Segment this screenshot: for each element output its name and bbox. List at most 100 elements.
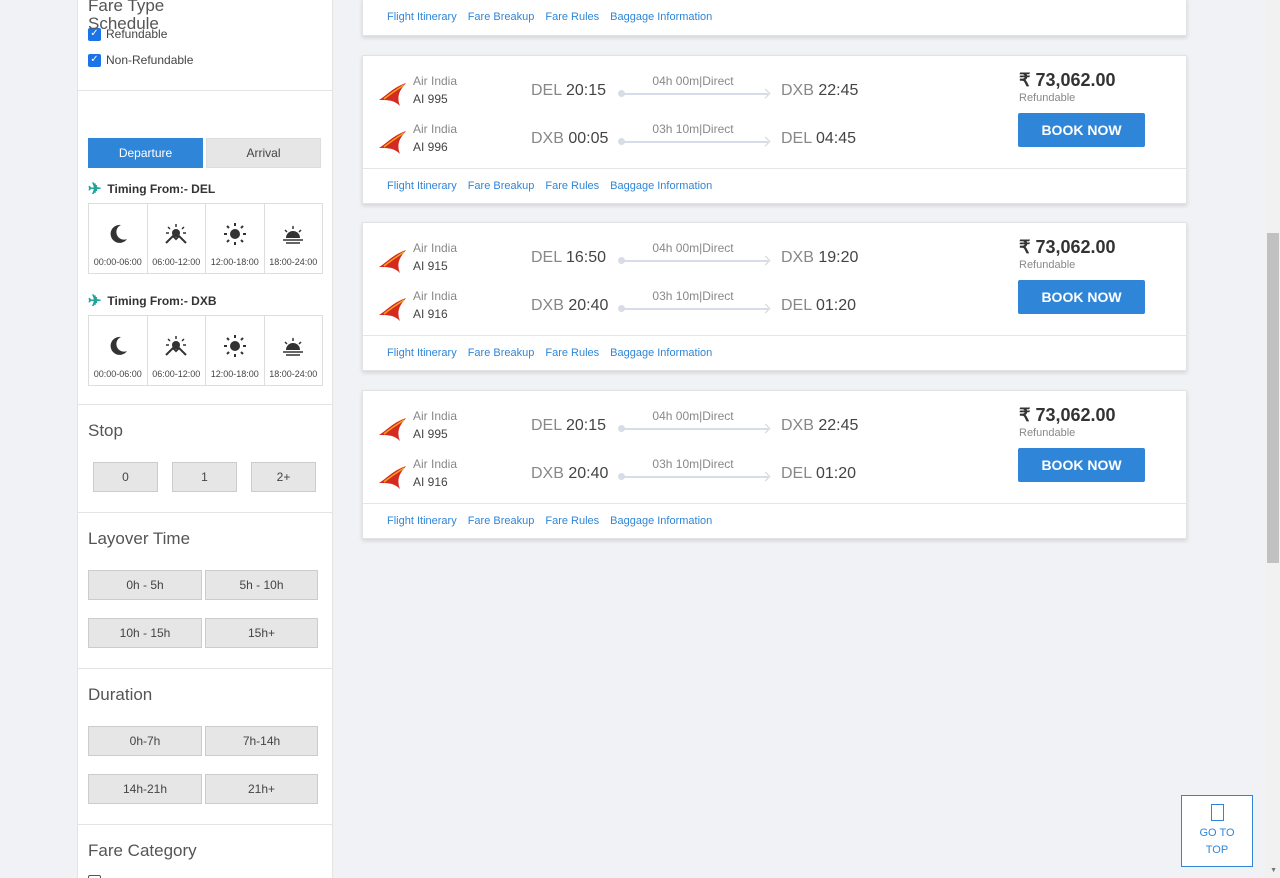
stop-2plus-button[interactable]: 2+ (251, 462, 316, 492)
scroll-down-arrow-icon[interactable]: ▼ (1270, 867, 1277, 874)
schedule-title: Schedule (88, 14, 159, 33)
duration-7-14-button[interactable]: 7h-14h (205, 726, 318, 756)
air-india-logo-icon (379, 466, 406, 489)
duration-14-21-button[interactable]: 14h-21h (88, 774, 202, 804)
card-links: Flight Itinerary Fare Breakup Fare Rules… (363, 504, 1186, 538)
card-links: Flight Itinerary Fare Breakup Fare Rules… (363, 169, 1186, 203)
airline-name: Air India (413, 457, 458, 471)
fare-breakup-link[interactable]: Fare Breakup (468, 515, 535, 527)
slot-label: 00:00-06:00 (93, 369, 142, 379)
book-now-button[interactable]: BOOK NOW (1018, 280, 1145, 314)
price: ₹ 73,062.00 (1019, 237, 1116, 257)
arrival: DEL 04:45 (781, 130, 856, 148)
arrival: DEL 01:20 (781, 465, 856, 483)
tab-arrival[interactable]: Arrival (206, 138, 321, 168)
arr-time: 22:45 (818, 417, 859, 434)
baggage-information-link[interactable]: Baggage Information (610, 515, 712, 527)
dep-time: 20:40 (568, 465, 609, 482)
return-leg: Air India AI 916 DXB 20:40 03h 10m|Direc… (363, 457, 983, 497)
fare-type-label: Refundable (1019, 92, 1076, 104)
layover-options: 0h - 5h 5h - 10h 10h - 15h 15h+ (88, 570, 318, 648)
dep-time: 20:15 (565, 417, 607, 434)
duration-text: 04h 00m|Direct (652, 241, 734, 255)
dep-time: 16:50 (565, 249, 607, 266)
route-line (618, 473, 768, 480)
arrival: DXB 22:45 (781, 417, 858, 435)
fare-type-label: Refundable (1019, 427, 1076, 439)
checkbox-checked-icon[interactable]: ✓ (88, 53, 101, 67)
arrival: DEL 01:20 (781, 297, 856, 315)
flight-itinerary-link[interactable]: Flight Itinerary (387, 347, 457, 359)
stop-1-button[interactable]: 1 (172, 462, 237, 492)
slot-night[interactable]: 00:00-06:00 (89, 316, 148, 385)
arrival: DXB 19:20 (781, 249, 858, 267)
baggage-information-link[interactable]: Baggage Information (610, 347, 712, 359)
schedule-tabs: Departure Arrival (88, 138, 321, 168)
from-code: DXB (531, 297, 564, 314)
slot-morning[interactable]: 06:00-12:00 (148, 316, 206, 385)
slot-afternoon[interactable]: 12:00-18:00 (206, 316, 265, 385)
outbound-leg: Air India AI 995 DEL 20:15 04h 00m|Direc… (363, 74, 983, 114)
layover-0-5-button[interactable]: 0h - 5h (88, 570, 202, 600)
fare-breakup-link[interactable]: Fare Breakup (468, 180, 535, 192)
slot-evening[interactable]: 18:00-24:00 (265, 316, 323, 385)
fare-breakup-link[interactable]: Fare Breakup (468, 11, 535, 23)
slot-label: 12:00-18:00 (210, 257, 259, 267)
scrollbar-thumb[interactable] (1267, 233, 1279, 563)
arrow-up-icon (1210, 804, 1224, 821)
departure: DXB 20:40 (531, 465, 608, 483)
airline-name: Air India (413, 122, 458, 136)
air-india-logo-icon (379, 298, 406, 321)
layover-10-15-button[interactable]: 10h - 15h (88, 618, 202, 648)
slot-label: 06:00-12:00 (152, 369, 201, 379)
dep-time: 20:40 (568, 297, 609, 314)
non-refundable-label: Non-Refundable (106, 53, 194, 67)
baggage-information-link[interactable]: Baggage Information (610, 180, 712, 192)
duration-21plus-button[interactable]: 21h+ (205, 774, 318, 804)
layover-5-10-button[interactable]: 5h - 10h (205, 570, 318, 600)
slot-morning[interactable]: 06:00-12:00 (148, 204, 206, 273)
flight-itinerary-link[interactable]: Flight Itinerary (387, 180, 457, 192)
arr-time: 22:45 (818, 82, 859, 99)
layover-15plus-button[interactable]: 15h+ (205, 618, 318, 648)
flight-card-body: Air India AI 995 DEL 20:15 04h 00m|Direc… (363, 56, 1186, 169)
book-now-button[interactable]: BOOK NOW (1018, 113, 1145, 147)
slot-label: 06:00-12:00 (152, 257, 201, 267)
scrollbar[interactable]: ▼ (1266, 0, 1280, 878)
flight-card: Air India AI 995 DEL 20:15 04h 00m|Direc… (362, 55, 1187, 204)
slot-afternoon[interactable]: 12:00-18:00 (206, 204, 265, 273)
fare-rules-link[interactable]: Fare Rules (545, 11, 599, 23)
flight-number: AI 996 (413, 140, 448, 154)
non-refundable-checkbox[interactable]: ✓ Non-Refundable (88, 53, 193, 67)
dep-time: 00:05 (568, 130, 609, 147)
go-to-top-button[interactable]: GO TO TOP (1181, 795, 1253, 867)
fare-category-title: Fare Category (88, 841, 197, 860)
duration-0-7-button[interactable]: 0h-7h (88, 726, 202, 756)
from-code: DEL (531, 82, 562, 99)
timing-slots-del: 00:00-06:00 06:00-12:00 12:00-18:00 18:0… (88, 203, 323, 274)
route-line (618, 257, 768, 264)
filters-sidebar: Fare Type ✓ Refundable ✓ Non-Refundable … (77, 0, 333, 878)
fare-breakup-link[interactable]: Fare Breakup (468, 347, 535, 359)
tab-departure[interactable]: Departure (88, 138, 203, 168)
fare-rules-link[interactable]: Fare Rules (545, 515, 599, 527)
price: ₹ 73,062.00 (1019, 70, 1116, 90)
stop-0-button[interactable]: 0 (93, 462, 158, 492)
fare-rules-link[interactable]: Fare Rules (545, 180, 599, 192)
book-now-button[interactable]: BOOK NOW (1018, 448, 1145, 482)
arr-time: 04:45 (815, 130, 857, 147)
slot-night[interactable]: 00:00-06:00 (89, 204, 148, 273)
flight-itinerary-link[interactable]: Flight Itinerary (387, 11, 457, 23)
card-links: Flight Itinerary Fare Breakup Fare Rules… (363, 336, 1186, 370)
sunrise-icon (164, 219, 188, 249)
departure: DXB 20:40 (531, 297, 608, 315)
baggage-information-link[interactable]: Baggage Information (610, 11, 712, 23)
sunset-icon (281, 331, 305, 361)
fare-rules-link[interactable]: Fare Rules (545, 347, 599, 359)
slot-evening[interactable]: 18:00-24:00 (265, 204, 323, 273)
arr-time: 01:20 (815, 297, 857, 314)
slot-label: 12:00-18:00 (210, 369, 259, 379)
flight-itinerary-link[interactable]: Flight Itinerary (387, 515, 457, 527)
timing-from-del-label: ✈ Timing From:- DEL (88, 179, 215, 199)
card-links: Flight Itinerary Fare Breakup Fare Rules… (363, 0, 1186, 35)
